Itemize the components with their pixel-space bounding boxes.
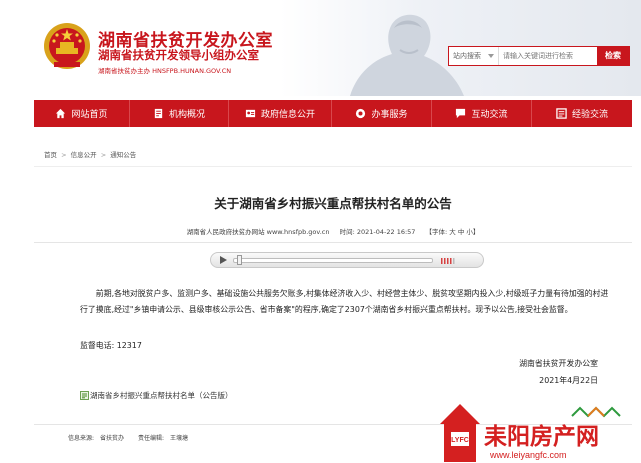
chevron-down-icon <box>488 54 494 58</box>
audio-progress-track[interactable] <box>233 258 433 263</box>
watermark-brand: 耒阳房产网 <box>484 423 599 450</box>
source-value: 省扶贫办 <box>100 435 125 442</box>
phone-number: 12317 <box>116 341 142 350</box>
breadcrumb: 首页 > 信息公开 > 通知公告 <box>44 149 138 159</box>
home-icon <box>56 108 66 119</box>
nav-item-label: 政府信息公开 <box>260 110 315 120</box>
breadcrumb-notice-link[interactable]: 通知公告 <box>110 151 136 159</box>
nav-item-gov-info[interactable]: 政府信息公开 <box>229 100 332 127</box>
breadcrumb-divider <box>34 166 632 167</box>
search-box: 站内搜索 检索 <box>448 46 630 66</box>
editor-value: 王壤塘 <box>170 435 189 442</box>
main-nav: 网站首页 机构概况 政府信息公开 办事服务 互动交流 经验交流 <box>34 100 632 127</box>
article-time-label: 时间: <box>339 228 355 236</box>
site-watermark: LYFC 耒阳房产网 www.leiyangfc.com <box>440 404 621 462</box>
nav-item-label: 互动交流 <box>471 110 508 120</box>
nav-item-services[interactable]: 办事服务 <box>332 100 432 127</box>
watermark-url: www.leiyangfc.com <box>489 450 567 460</box>
supervision-phone: 监督电话: 12317 <box>80 340 142 351</box>
watermark-badge: LYFC <box>451 437 469 444</box>
nav-item-label: 机构概况 <box>168 110 205 120</box>
search-scope-select[interactable]: 站内搜索 <box>449 47 499 65</box>
article-body: 前期,各地对脱贫户多、监测户多、基础设施公共服务欠账多,村集体经济收入少、村经营… <box>80 286 610 318</box>
nav-item-label: 经验交流 <box>571 110 608 120</box>
breadcrumb-separator: > <box>100 151 107 159</box>
nav-item-organization[interactable]: 机构概况 <box>130 100 229 127</box>
search-input[interactable] <box>499 47 597 65</box>
nav-item-home[interactable]: 网站首页 <box>34 100 130 127</box>
org-url: 湖南省扶贫办主办 HNSFPB.HUNAN.GOV.CN <box>98 67 232 75</box>
id-card-icon <box>245 109 256 118</box>
phone-label: 监督电话: <box>80 341 115 350</box>
article-footer-info: 信息来源: 省扶贫办 责任编辑: 王壤塘 <box>68 433 200 442</box>
article-source-url: 湖南省人民政府扶贫办网站 www.hnsfpb.gov.cn <box>186 228 330 236</box>
search-button[interactable]: 检索 <box>597 47 629 65</box>
document-icon <box>154 108 163 119</box>
nav-item-experience[interactable]: 经验交流 <box>532 100 632 127</box>
source-label: 信息来源: <box>68 435 95 442</box>
chat-icon <box>456 108 466 119</box>
org-subtitle: 湖南省扶贫开发领导小组办公室 <box>98 48 259 62</box>
breadcrumb-info-link[interactable]: 信息公开 <box>71 151 97 159</box>
breadcrumb-separator: > <box>61 151 67 159</box>
nav-item-interaction[interactable]: 互动交流 <box>432 100 532 127</box>
article-title: 关于湖南省乡村振兴重点帮扶村名单的公告 <box>214 196 452 211</box>
font-size-switcher[interactable]: 【字体: 大 中 小】 <box>426 228 480 236</box>
editor-label: 责任编辑: <box>137 435 164 442</box>
national-emblem-icon <box>44 23 90 69</box>
search-scope-label: 站内搜索 <box>453 52 481 60</box>
attachment-file-icon <box>80 391 89 400</box>
signature-date: 2021年4月22日 <box>539 376 598 385</box>
article-paragraph: 前期,各地对脱贫户多、监测户多、基础设施公共服务欠账多,村集体经济收入少、村经营… <box>80 289 609 314</box>
signature-org: 湖南省扶贫开发办公室 <box>519 359 598 368</box>
audio-player <box>210 252 484 268</box>
attachment-label: 湖南省乡村振兴重点帮扶村名单（公告版） <box>90 391 233 400</box>
audio-progress-thumb[interactable] <box>237 255 242 265</box>
site-banner: 湖南省扶贫开发办公室 湖南省扶贫开发领导小组办公室 湖南省扶贫办主办 HNSFP… <box>0 0 641 96</box>
meta-divider <box>34 242 632 243</box>
article-time: 2021-04-22 16:57 <box>356 228 416 236</box>
volume-icon[interactable] <box>439 256 479 265</box>
breadcrumb-home-link[interactable]: 首页 <box>44 151 57 159</box>
notes-icon <box>556 108 567 119</box>
article-meta: 湖南省人民政府扶贫办网站 www.hnsfpb.gov.cn 时间: 2021-… <box>34 226 632 236</box>
globe-icon <box>356 108 366 119</box>
nav-item-label: 办事服务 <box>371 110 408 120</box>
nav-item-label: 网站首页 <box>71 110 108 120</box>
play-icon[interactable] <box>220 256 227 264</box>
attachment-link[interactable]: 湖南省乡村振兴重点帮扶村名单（公告版） <box>80 390 233 401</box>
